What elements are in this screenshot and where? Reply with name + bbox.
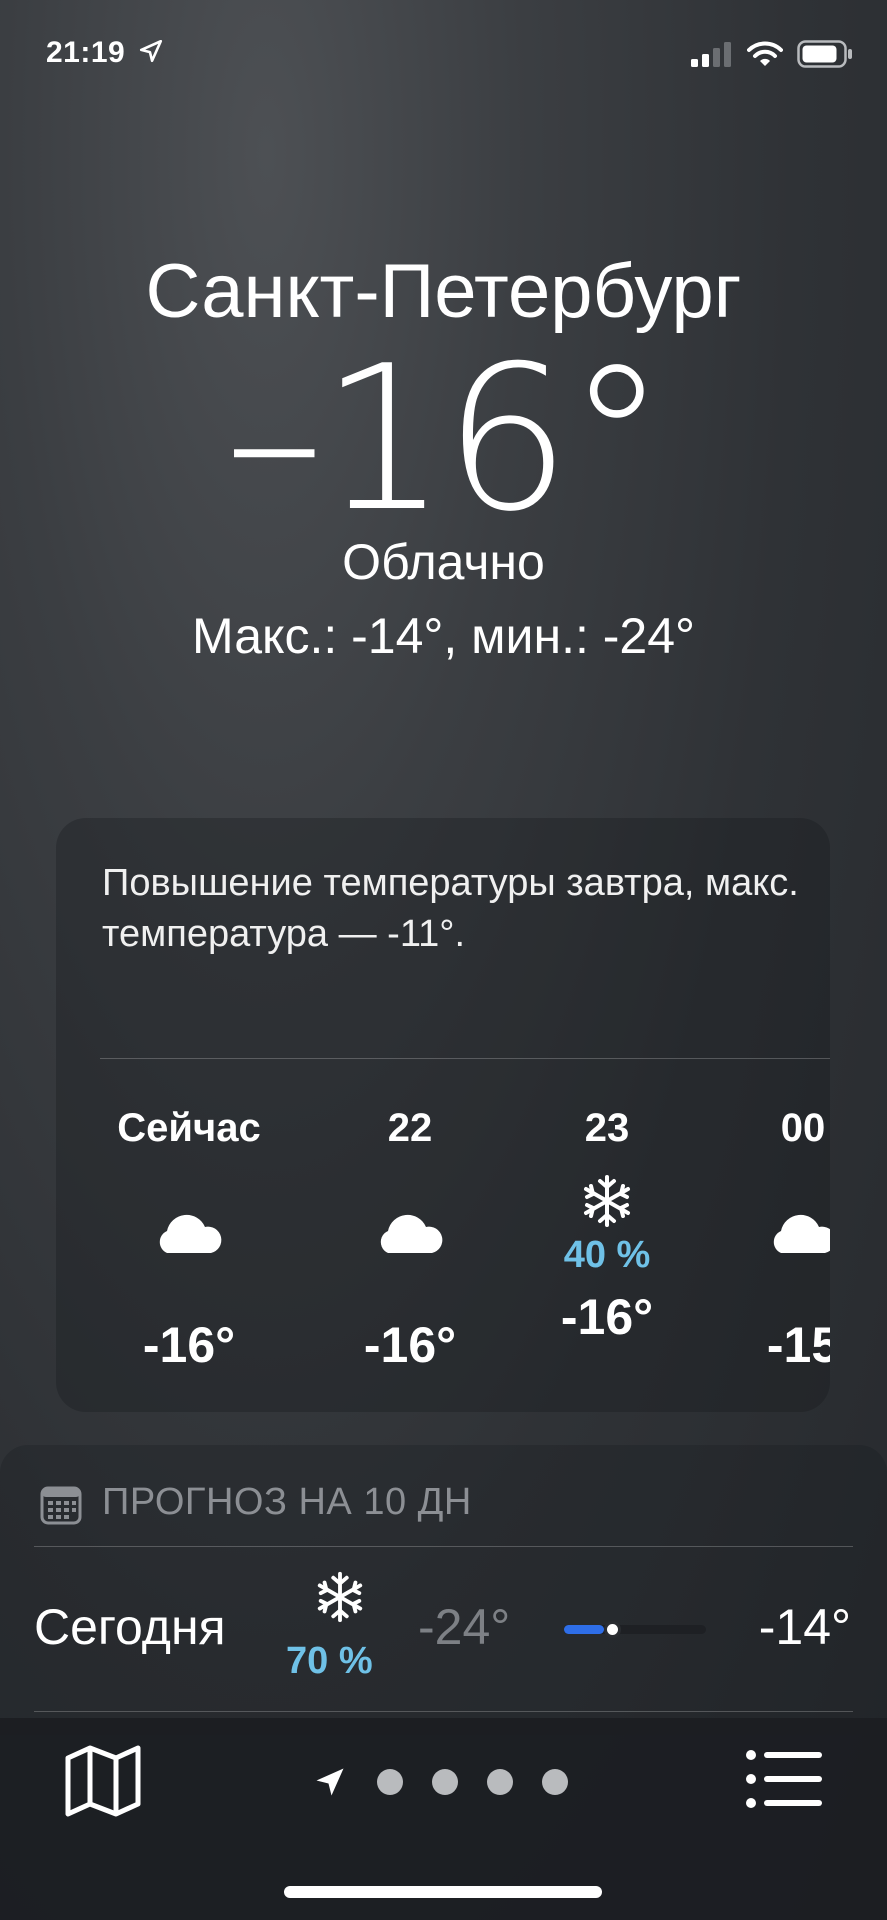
row-divider <box>34 1711 853 1712</box>
status-time-text: 21:19 <box>46 36 126 69</box>
wifi-icon <box>747 41 783 66</box>
page-dot[interactable] <box>432 1769 458 1795</box>
page-dot[interactable] <box>487 1769 513 1795</box>
hour-temperature: -16° <box>363 1317 457 1373</box>
location-arrow-icon <box>140 39 163 63</box>
current-condition: Облачно <box>342 534 545 590</box>
hour-item[interactable]: Сейчас -16° <box>94 1106 284 1374</box>
map-icon[interactable] <box>64 1744 142 1818</box>
snowflake-icon <box>317 1571 363 1623</box>
precip-chance: 40 % <box>563 1234 651 1276</box>
day-high-temperature: -14° <box>758 1599 851 1655</box>
location-arrow-icon[interactable] <box>312 1764 348 1800</box>
ten-day-title: ПРОГНОЗ НА 10 ДН <box>102 1481 472 1523</box>
cloud-icon <box>773 1214 830 1253</box>
current-temperature: –16° <box>224 323 667 556</box>
hour-label: 23 <box>584 1106 630 1150</box>
section-divider <box>34 1546 853 1547</box>
hour-item[interactable]: 22 -16° <box>315 1106 505 1374</box>
forecast-summary: Повышение температуры завтра, макс. темп… <box>102 862 799 955</box>
hour-label: 22 <box>387 1106 433 1150</box>
hourly-forecast-card[interactable]: Повышение температуры завтра, макс. темп… <box>56 818 830 1412</box>
precip-chance <box>94 1262 284 1306</box>
cloud-icon <box>159 1214 222 1253</box>
current-temperature-marker <box>604 1621 621 1638</box>
hour-label: 00 <box>780 1106 826 1150</box>
page-indicator[interactable] <box>312 1764 568 1800</box>
hour-temperature: -15 <box>766 1317 830 1373</box>
precip-chance <box>315 1262 505 1306</box>
hour-item[interactable]: 00 -15 <box>708 1106 830 1374</box>
day-low-temperature: -24° <box>418 1599 511 1655</box>
hour-label: Сейчас <box>117 1106 261 1150</box>
high-low-temperature: Макс.: -14°, мин.: -24° <box>191 608 696 664</box>
snowflake-icon <box>584 1175 630 1227</box>
temperature-range-fill <box>564 1625 604 1634</box>
status-icons <box>691 40 853 68</box>
hour-temperature: -16° <box>560 1289 654 1345</box>
hour-temperature: -16° <box>142 1317 236 1373</box>
hour-item[interactable]: 23 40 % -16° <box>512 1106 702 1346</box>
status-time: 21:19 <box>46 36 164 70</box>
calendar-icon <box>40 1486 82 1525</box>
day-label: Сегодня <box>34 1599 226 1655</box>
precip-chance <box>708 1262 830 1306</box>
page-dot[interactable] <box>377 1769 403 1795</box>
city-name: Санкт-Петербург <box>145 249 742 334</box>
list-icon[interactable] <box>746 1750 822 1808</box>
cellular-signal-icon <box>691 42 731 67</box>
card-divider <box>100 1058 830 1059</box>
cloud-icon <box>380 1214 443 1253</box>
home-indicator <box>284 1886 602 1898</box>
page-dot[interactable] <box>542 1769 568 1795</box>
precip-chance: 70 % <box>286 1640 373 1682</box>
battery-icon <box>797 40 852 68</box>
